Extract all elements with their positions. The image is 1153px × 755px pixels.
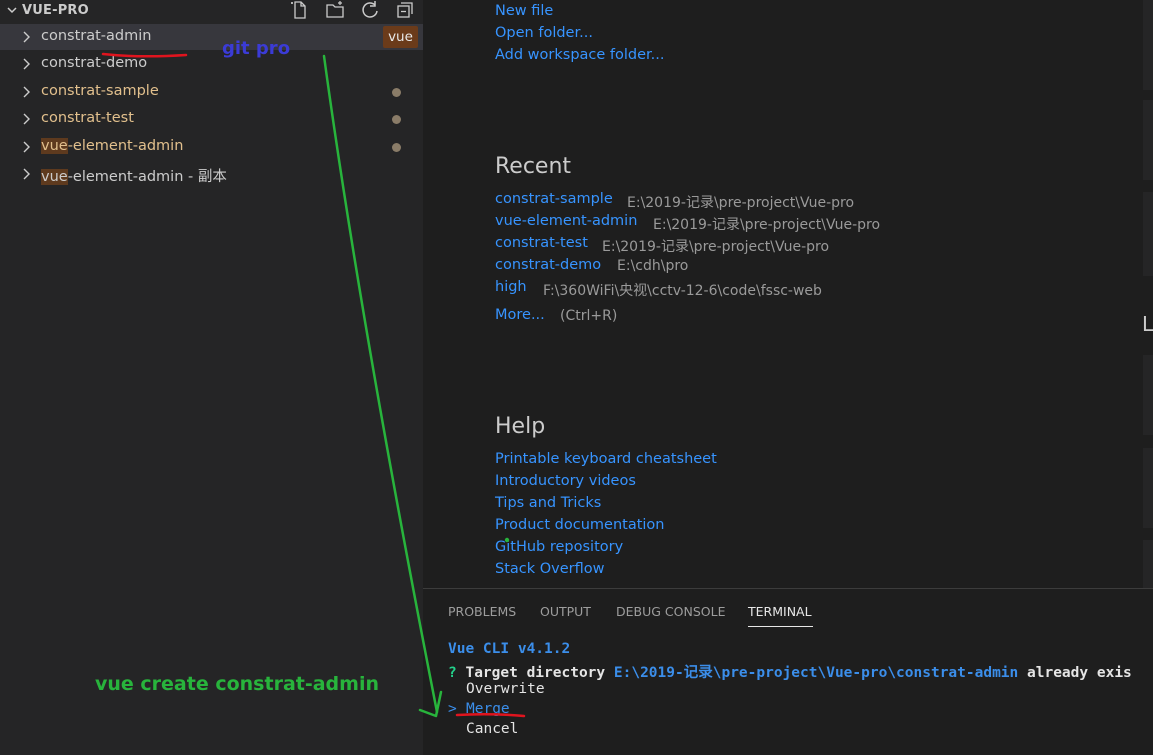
- right-edge-panel: [1143, 540, 1153, 588]
- tree-item-label: constrat-admin: [41, 28, 152, 44]
- recent-item-link[interactable]: vue-element-admin: [495, 213, 637, 229]
- help-link-introductory-videos[interactable]: Introductory videos: [495, 473, 636, 489]
- recent-item-link[interactable]: high: [495, 279, 527, 295]
- chevron-right-icon: [23, 86, 30, 98]
- prompt-tail: already exis: [1027, 665, 1132, 681]
- explorer-header[interactable]: VUE-PRO: [0, 0, 423, 22]
- terminal-prompt-line: ? Target directory E:\2019-记录\pre-projec…: [448, 661, 1132, 682]
- option-selector: >: [448, 701, 457, 717]
- recent-item-path: E:\cdh\pro: [617, 258, 689, 274]
- option-merge[interactable]: Merge: [466, 701, 510, 717]
- recent-item-path: E:\2019-记录\pre-project\Vue-pro: [602, 239, 830, 255]
- prompt-mark: ?: [448, 665, 457, 681]
- right-edge-panel: [1143, 192, 1153, 276]
- tree-item-label: constrat-test: [41, 110, 134, 126]
- chevron-right-icon: [23, 113, 30, 125]
- chevron-down-icon[interactable]: [6, 4, 18, 16]
- recent-title: Recent: [495, 154, 572, 179]
- explorer-title: VUE-PRO: [22, 3, 89, 18]
- label-rest: -element-admin: [67, 138, 184, 154]
- tab-problems[interactable]: PROBLEMS: [448, 604, 516, 619]
- right-edge-panel: [1143, 355, 1153, 435]
- tab-output[interactable]: OUTPUT: [540, 604, 591, 619]
- chevron-right-icon: [23, 31, 30, 43]
- right-edge-panel: [1143, 0, 1153, 90]
- recent-item-path: F:\360WiFi\央视\cctv-12-6\code\fssc-web: [543, 283, 822, 299]
- search-highlight: vue: [41, 138, 68, 154]
- recent-item-link[interactable]: constrat-test: [495, 235, 588, 251]
- terminal-vue-cli-version: Vue CLI v4.1.2: [448, 641, 571, 657]
- help-link-github-repository[interactable]: GitHub repository: [495, 539, 623, 555]
- tab-terminal[interactable]: TERMINAL: [748, 604, 812, 619]
- option-cancel[interactable]: Cancel: [466, 721, 518, 737]
- option-overwrite[interactable]: Overwrite: [466, 681, 545, 697]
- prompt-path: E:\2019-记录\pre-project\Vue-pro\constrat-…: [613, 665, 1019, 681]
- new-file-icon[interactable]: [290, 0, 310, 20]
- right-edge-panel: [1143, 100, 1153, 180]
- chevron-right-icon: [23, 141, 30, 153]
- tree-item-vue-element-admin-copy[interactable]: vue-element-admin - 副本: [0, 161, 423, 187]
- right-edge-panel: [1143, 448, 1153, 528]
- help-link-stack-overflow[interactable]: Stack Overflow: [495, 561, 605, 577]
- label-rest: -element-admin - 副本: [67, 169, 227, 185]
- explorer-sidebar: VUE-PRO constrat-admin vue constrat-demo…: [0, 0, 423, 755]
- tree-item-label: vue-element-admin - 副本: [41, 165, 227, 186]
- open-folder-link[interactable]: Open folder...: [495, 25, 593, 41]
- tree-item-vue-element-admin[interactable]: vue-element-admin: [0, 134, 423, 160]
- modified-dot: [392, 115, 401, 124]
- tree-item-constrat-demo[interactable]: constrat-demo: [0, 51, 423, 77]
- annotation-git-pro: git pro: [222, 38, 291, 59]
- right-edge-letter: L: [1142, 312, 1153, 336]
- new-file-link[interactable]: New file: [495, 3, 553, 19]
- active-tab-indicator: [748, 626, 813, 627]
- more-shortcut: (Ctrl+R): [560, 308, 618, 324]
- search-highlight: vue: [41, 169, 68, 185]
- more-recent-link[interactable]: More...: [495, 307, 545, 323]
- recent-item-path: E:\2019-记录\pre-project\Vue-pro: [653, 217, 881, 233]
- help-link-product-documentation[interactable]: Product documentation: [495, 517, 664, 533]
- new-folder-icon[interactable]: [325, 0, 345, 20]
- tree-item-constrat-test[interactable]: constrat-test: [0, 106, 423, 132]
- tree-item-constrat-sample[interactable]: constrat-sample: [0, 79, 423, 105]
- recent-item-link[interactable]: constrat-demo: [495, 257, 601, 273]
- modified-dot: [392, 143, 401, 152]
- help-link-keyboard-cheatsheet[interactable]: Printable keyboard cheatsheet: [495, 451, 717, 467]
- tree-item-label: constrat-demo: [41, 55, 148, 71]
- chevron-right-icon: [23, 58, 30, 70]
- add-workspace-folder-link[interactable]: Add workspace folder...: [495, 47, 665, 63]
- tree-item-label: vue-element-admin: [41, 138, 183, 154]
- vue-badge: vue: [383, 26, 418, 48]
- chevron-right-icon: [23, 168, 30, 180]
- recent-item-link[interactable]: constrat-sample: [495, 191, 613, 207]
- tab-debug-console[interactable]: DEBUG CONSOLE: [616, 604, 725, 619]
- collapse-all-icon[interactable]: [395, 0, 415, 20]
- prompt-label: Target directory: [465, 665, 606, 681]
- help-link-tips-and-tricks[interactable]: Tips and Tricks: [495, 495, 601, 511]
- tree-item-constrat-admin[interactable]: constrat-admin vue: [0, 24, 423, 50]
- modified-dot: [392, 88, 401, 97]
- annotation-vue-create: vue create constrat-admin: [95, 673, 379, 695]
- help-title: Help: [495, 414, 546, 439]
- recent-item-path: E:\2019-记录\pre-project\Vue-pro: [627, 195, 855, 211]
- tree-item-label: constrat-sample: [41, 83, 159, 99]
- refresh-icon[interactable]: [360, 0, 380, 20]
